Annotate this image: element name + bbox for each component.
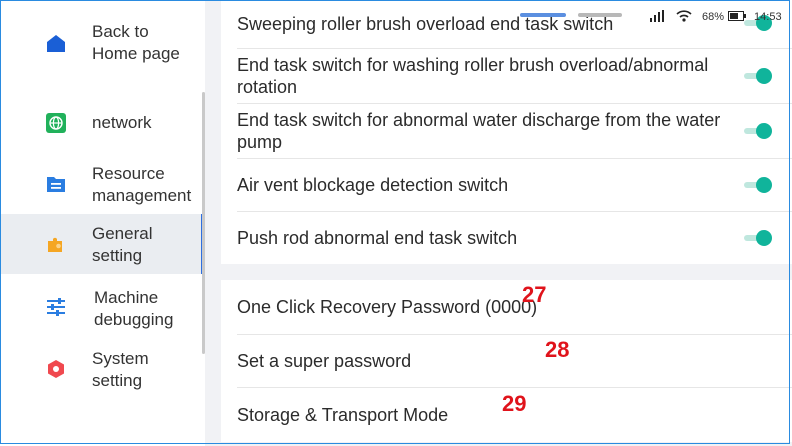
step-marker: 28 [545,337,570,362]
puzzle-icon [45,233,67,255]
setting-label: Set a super password [237,351,412,371]
toggle-switch[interactable] [744,177,772,193]
switch-label: Push rod abnormal end task switch [237,228,518,248]
password-settings-card: One Click Recovery Password (0000) Set a… [221,280,792,442]
switch-row[interactable]: End task switch for washing roller brush… [221,49,792,103]
switch-settings-card: Sweeping roller brush overload end task … [221,0,792,264]
signal-icon [650,9,664,25]
switch-label: End task switch for washing roller brush… [237,55,709,97]
status-indicator [578,13,622,17]
globe-icon [45,112,67,134]
step-marker: 29 [502,391,527,416]
sidebar-item-general-setting[interactable]: General setting [0,214,205,274]
sliders-icon [45,296,67,318]
switch-label: Air vent blockage detection switch [237,175,509,195]
toggle-switch[interactable] [744,230,772,246]
sidebar-item-network[interactable]: network [0,100,205,146]
sidebar-item-label: General setting [92,224,153,265]
step-marker: 27 [522,282,547,307]
home-icon [45,32,67,54]
toggle-switch[interactable] [744,68,772,84]
battery-icon [728,10,747,24]
sidebar-item-home[interactable]: Back to Home page [0,8,205,78]
sidebar-item-label: Back to Home page [92,22,180,63]
status-indicator [520,13,566,17]
sidebar-item-label: Resource management [92,164,192,205]
sidebar-item-label: Machine debugging [94,288,174,329]
sidebar: Back to Home page network Resource manag… [0,0,205,446]
hexagon-icon [45,358,67,380]
switch-label: End task switch for abnormal water disch… [237,110,721,152]
switch-row[interactable]: End task switch for abnormal water disch… [221,104,792,158]
battery-percent: 68% [702,11,725,23]
switch-row[interactable]: Air vent blockage detection switch [221,159,792,211]
wifi-icon [676,9,692,25]
folder-icon [45,173,67,195]
sidebar-item-resource-management[interactable]: Resource management [0,156,205,212]
switch-row[interactable]: Push rod abnormal end task switch [221,212,792,264]
setting-row-recovery-password[interactable]: One Click Recovery Password (0000) [221,280,792,334]
sidebar-scrollbar[interactable] [202,92,205,354]
clock-time: 14:53 [754,11,782,23]
setting-row-super-password[interactable]: Set a super password [221,335,792,387]
toggle-switch[interactable] [744,123,772,139]
setting-label: Storage & Transport Mode [237,405,449,425]
sidebar-item-system-setting[interactable]: System setting [0,340,205,398]
sidebar-item-machine-debugging[interactable]: Machine debugging [0,278,205,336]
status-bar: 68% 14:53 [650,8,782,26]
sidebar-item-label: System setting [92,349,149,390]
sidebar-item-label: network [92,113,152,132]
setting-label: One Click Recovery Password (0000) [237,297,538,317]
